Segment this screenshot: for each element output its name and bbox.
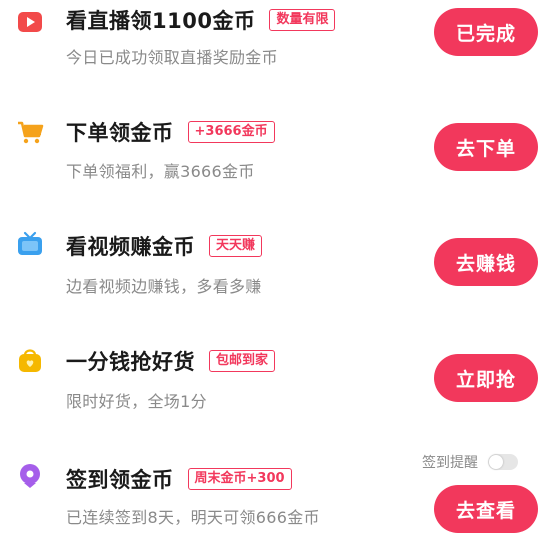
checkin-reminder-toggle[interactable]	[488, 454, 518, 470]
shopping-cart-icon	[18, 121, 44, 144]
task-title-row: 签到领金币 周末金币+300	[66, 464, 292, 494]
task-title-row: 一分钱抢好货 包邮到家	[66, 346, 276, 376]
task-title: 一分钱抢好货	[66, 350, 195, 374]
task-badge: 包邮到家	[209, 350, 276, 372]
view-details-button[interactable]: 去查看	[434, 485, 538, 533]
checkin-reminder: 签到提醒	[422, 452, 518, 472]
task-title-row: 看视频赚金币 天天赚	[66, 231, 263, 261]
tv-icon	[18, 231, 42, 255]
task-item-checkin: 签到领金币 周末金币+300 已连续签到8天，明天可领666金币 去查看	[0, 0, 551, 533]
earn-money-button[interactable]: 去赚钱	[434, 238, 538, 286]
shopping-bag-icon	[19, 349, 41, 372]
task-subtitle: 限时好货，全场1分	[66, 392, 207, 411]
location-pin-icon	[20, 464, 40, 488]
grab-now-button[interactable]: 立即抢	[434, 354, 538, 402]
task-title: 签到领金币	[66, 468, 174, 492]
task-title: 下单领金币	[66, 121, 174, 145]
task-title-row: 下单领金币 +3666金币	[66, 117, 275, 147]
task-badge: 周末金币+300	[187, 468, 292, 490]
checkin-reminder-label: 签到提醒	[422, 455, 478, 471]
task-subtitle: 已连续签到8天，明天可领666金币	[66, 508, 320, 527]
task-subtitle: 边看视频边赚钱，多看多赚	[66, 277, 262, 296]
task-title: 看视频赚金币	[66, 235, 195, 259]
place-order-button[interactable]: 去下单	[434, 123, 538, 171]
task-badge: 天天赚	[209, 235, 263, 257]
task-subtitle: 下单领福利，赢3666金币	[66, 162, 255, 181]
task-badge: +3666金币	[187, 121, 275, 143]
toggle-knob	[489, 455, 503, 469]
